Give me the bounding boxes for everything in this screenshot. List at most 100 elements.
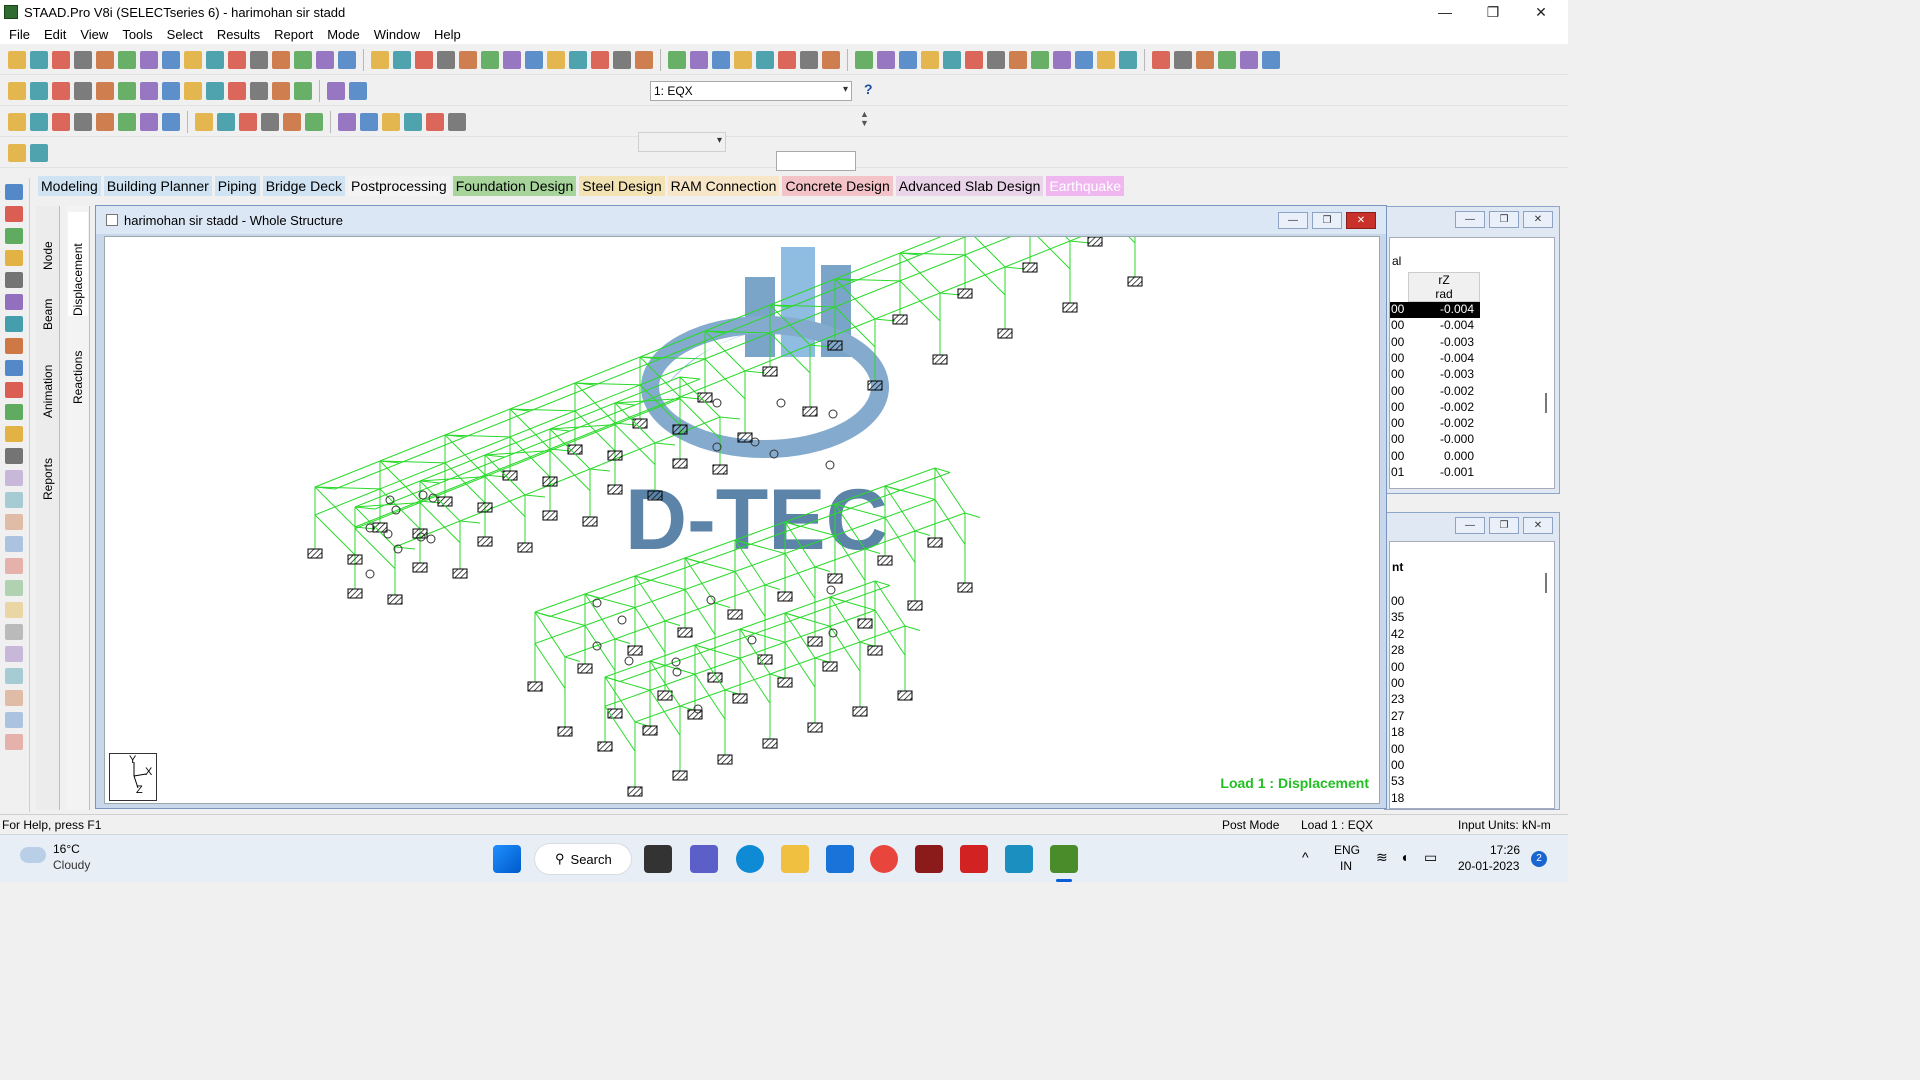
vertical-scrollbar[interactable] [1545,393,1547,413]
toolbar-tool-icon[interactable] [525,50,543,69]
taskbar-search[interactable]: ⚲ Search [534,843,632,875]
toolbar-tool-icon[interactable] [283,112,301,131]
toolbar-tool-icon[interactable] [305,112,323,131]
toolbar-tool-icon[interactable] [327,81,345,100]
toolbar-tool-icon[interactable] [1009,50,1027,69]
menu-view[interactable]: View [73,27,115,42]
toolbar-tool-icon[interactable] [459,50,477,69]
toolbar-tool-icon[interactable] [74,81,92,100]
toolbar-tool-icon[interactable] [800,50,818,69]
toolbar-tool-icon[interactable] [855,50,873,69]
reactions-table[interactable]: nt 00 35 42 28 00 00 23 27 18 00 00 53 18 [1389,541,1555,809]
menu-results[interactable]: Results [210,27,267,42]
toolbar-tool-icon[interactable] [162,81,180,100]
clock-time[interactable]: 17:26 [1490,843,1520,857]
toolbar-tool-icon[interactable] [206,81,224,100]
tab-foundation-design[interactable]: Foundation Design [452,176,577,196]
toolbar-tool-icon[interactable] [415,50,433,69]
toolbar-tool-icon[interactable] [756,50,774,69]
table-cell-rz[interactable]: -0.002 [1408,400,1480,416]
toolbar-tool-icon[interactable] [635,50,653,69]
left-tool-icon[interactable] [5,734,23,750]
tab-bridge-deck[interactable]: Bridge Deck [262,176,345,196]
toolbar-tool-icon[interactable] [195,112,213,131]
table-cell-rz[interactable]: -0.004 [1408,302,1480,318]
toolbar-tool-icon[interactable] [184,81,202,100]
vertical-scrollbar[interactable] [1545,573,1547,593]
toolbar-tool-icon[interactable] [822,50,840,69]
toolbar-tool-icon[interactable] [1053,50,1071,69]
menu-edit[interactable]: Edit [37,27,73,42]
table-cell-rz[interactable]: -0.004 [1408,351,1480,367]
toolbar-tool-icon[interactable] [30,81,48,100]
left-tool-icon[interactable] [5,360,23,376]
close-button[interactable]: ✕ [1346,212,1376,229]
toolbar-tool-icon[interactable] [96,112,114,131]
toolbar-tool-icon[interactable] [140,81,158,100]
toolbar-tool-icon[interactable] [426,112,444,131]
task-view-icon[interactable] [644,845,672,873]
tab-reactions[interactable]: Reactions [68,326,88,404]
menu-select[interactable]: Select [160,27,210,42]
toolbar-tool-icon[interactable] [503,50,521,69]
maximize-button[interactable]: ❐ [1312,212,1342,229]
left-tool-icon[interactable] [5,580,23,596]
table-cell-rz[interactable]: -0.001 [1408,465,1480,481]
toolbar-tool-icon[interactable] [52,112,70,131]
spin-arrows-icon[interactable]: ▲ ▼ [860,110,869,128]
toolbar-tool-icon[interactable] [30,50,48,69]
toolbar-tool-icon[interactable] [272,81,290,100]
toolbar-tool-icon[interactable] [30,143,48,162]
toolbar-tool-icon[interactable] [965,50,983,69]
toolbar-tool-icon[interactable] [8,50,26,69]
toolbar-tool-icon[interactable] [338,112,356,131]
toolbar-tool-icon[interactable] [118,112,136,131]
battery-icon[interactable]: ▭ [1424,849,1437,866]
toolbar-tool-icon[interactable] [591,50,609,69]
tab-steel-design[interactable]: Steel Design [579,176,665,196]
left-tool-icon[interactable] [5,602,23,618]
tab-piping[interactable]: Piping [214,176,260,196]
menu-file[interactable]: File [2,27,37,42]
left-tool-icon[interactable] [5,470,23,486]
minimize-button[interactable]: — [1422,0,1468,24]
staad-launcher-icon[interactable] [1005,845,1033,873]
toolbar-tool-icon[interactable] [987,50,1005,69]
toolbar-tool-icon[interactable] [228,50,246,69]
edge-browser-icon[interactable] [736,845,764,873]
staad-pro-icon[interactable] [1050,845,1078,873]
toolbar-tool-icon[interactable] [1031,50,1049,69]
tab-advanced-slab-design[interactable]: Advanced Slab Design [895,176,1044,196]
left-tool-icon[interactable] [5,382,23,398]
minimize-button[interactable]: — [1278,212,1308,229]
notification-badge[interactable]: 2 [1531,851,1547,867]
toolbar-tool-icon[interactable] [118,50,136,69]
toolbar-tool-icon[interactable] [118,81,136,100]
menu-mode[interactable]: Mode [320,27,367,42]
toolbar-tool-icon[interactable] [74,50,92,69]
table-cell-rz[interactable]: -0.004 [1408,318,1480,334]
toolbar-tool-icon[interactable] [690,50,708,69]
toolbar-tool-icon[interactable] [921,50,939,69]
left-tool-icon[interactable] [5,668,23,684]
minimize-button[interactable]: — [1455,211,1485,228]
toolbar-tool-icon[interactable] [96,50,114,69]
left-tool-icon[interactable] [5,294,23,310]
toolbar-tool-icon[interactable] [30,112,48,131]
toolbar-tool-icon[interactable] [52,50,70,69]
menu-help[interactable]: Help [427,27,468,42]
menu-tools[interactable]: Tools [115,27,159,42]
left-tool-icon[interactable] [5,184,23,200]
toolbar-tool-icon[interactable] [1218,50,1236,69]
left-tool-icon[interactable] [5,316,23,332]
toolbar-tool-icon[interactable] [162,50,180,69]
toolbar-tool-icon[interactable] [8,143,26,162]
toolbar-tool-icon[interactable] [360,112,378,131]
file-explorer-icon[interactable] [781,845,809,873]
left-tool-icon[interactable] [5,514,23,530]
displacement-table[interactable]: al rZ rad 00 -0.004 00 -0.004 00 -0.003 00 -0.0… [1389,237,1555,489]
toolbar-tool-icon[interactable] [294,50,312,69]
table-cell-rz[interactable]: -0.002 [1408,384,1480,400]
clock-date[interactable]: 20-01-2023 [1458,859,1519,873]
toolbar-tool-icon[interactable] [404,112,422,131]
